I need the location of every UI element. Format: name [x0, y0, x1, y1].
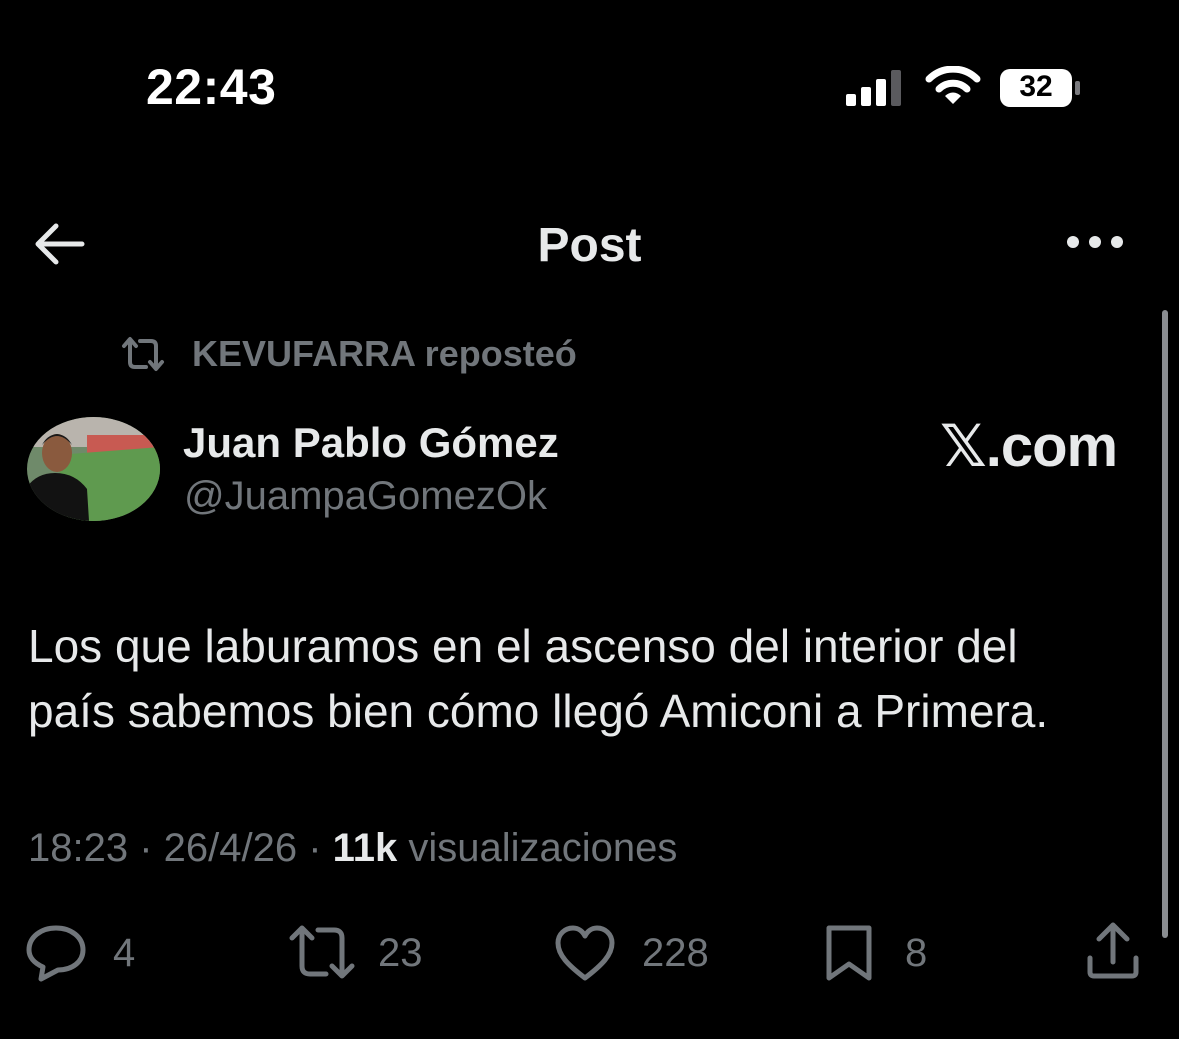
battery-level: 32 — [1019, 70, 1053, 103]
views-label[interactable]: visualizaciones — [408, 826, 677, 870]
status-time: 22:43 — [146, 59, 277, 115]
reply-icon[interactable] — [25, 922, 87, 984]
battery-indicator: 32 — [999, 68, 1081, 108]
post-meta: 18:23 · 26/4/26 · 11k visualizaciones — [28, 826, 677, 871]
x-com-watermark: 𝕏.com — [940, 414, 1118, 479]
repost-count: 23 — [378, 931, 423, 975]
cellular-signal-icon — [846, 70, 901, 106]
bookmark-icon[interactable] — [823, 922, 875, 984]
post-time: 18:23 — [28, 826, 129, 870]
post-text-line: Los que laburamos en el ascenso del inte… — [28, 620, 1018, 672]
like-heart-icon[interactable] — [554, 923, 616, 985]
author-name[interactable]: Juan Pablo Gómez — [183, 419, 559, 467]
meta-separator: · — [297, 826, 333, 870]
page-title: Post — [537, 219, 642, 272]
share-icon[interactable] — [1085, 920, 1141, 982]
post-text-line: país sabemos bien cómo llegó Amiconi a P… — [28, 685, 1049, 737]
wifi-icon — [925, 66, 981, 104]
more-options-icon[interactable] — [1066, 230, 1124, 254]
meta-separator: · — [128, 826, 164, 870]
like-count: 228 — [642, 931, 709, 975]
avatar[interactable] — [27, 417, 160, 521]
repost-icon[interactable] — [288, 922, 356, 984]
reposted-by-label[interactable]: KEVUFARRA reposteó — [192, 333, 577, 375]
bookmark-count: 8 — [905, 931, 928, 975]
post-date: 26/4/26 — [163, 826, 298, 870]
repost-icon — [122, 337, 164, 371]
post-text: Los que laburamos en el ascenso del inte… — [28, 614, 1168, 744]
avatar-photo — [27, 417, 160, 521]
views-count[interactable]: 11k — [333, 826, 398, 870]
author-handle[interactable]: @JuampaGomezOk — [184, 474, 547, 519]
reply-count: 4 — [113, 931, 136, 975]
